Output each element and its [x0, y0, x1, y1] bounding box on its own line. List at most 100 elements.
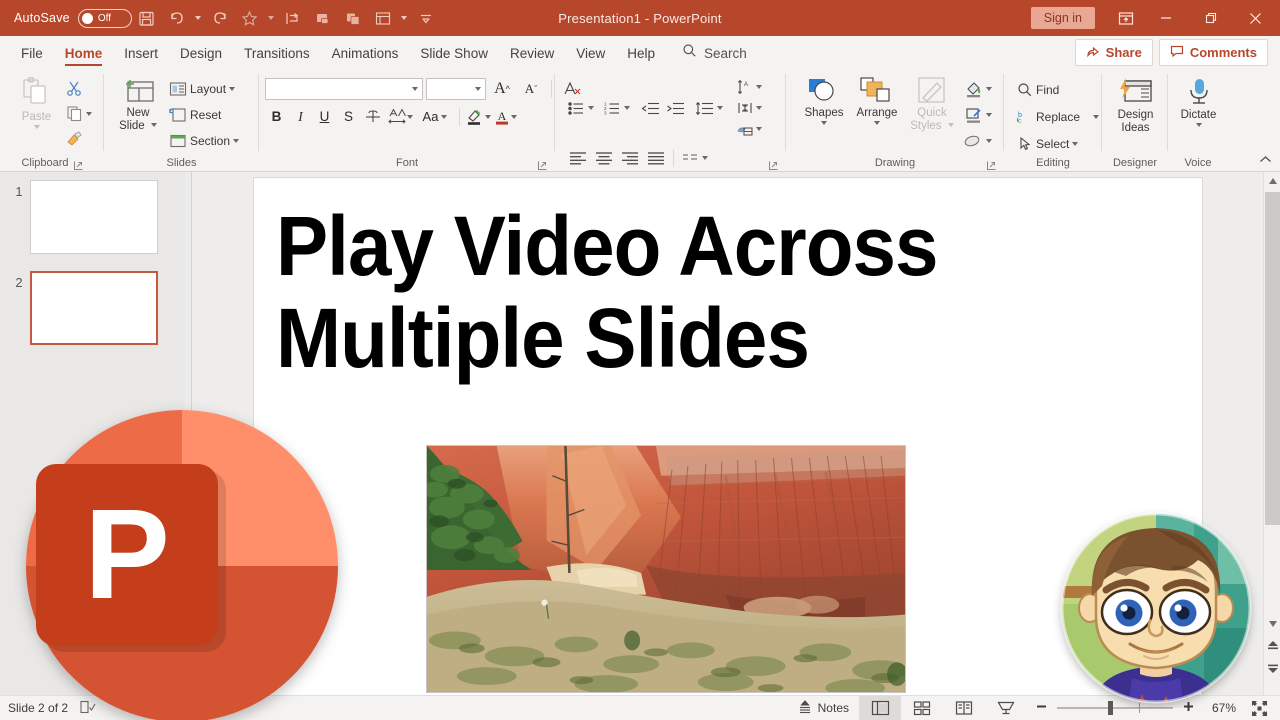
dictate-button[interactable]: Dictate: [1174, 74, 1223, 127]
dialog-launcher-icon[interactable]: [987, 159, 996, 170]
slide-show-button[interactable]: [985, 696, 1027, 720]
paste-dropdown-caret[interactable]: [33, 124, 40, 129]
copy-dropdown-caret[interactable]: [85, 111, 92, 116]
numbering-button[interactable]: 1 2 3: [601, 97, 623, 120]
align-center-button[interactable]: [591, 146, 616, 169]
tab-transitions[interactable]: Transitions: [233, 38, 321, 68]
ribbon-display-options-icon[interactable]: [1109, 0, 1143, 36]
shape-effects-caret[interactable]: [986, 138, 992, 143]
comments-button[interactable]: Comments: [1158, 38, 1268, 66]
quick-styles-caret[interactable]: [947, 123, 954, 128]
design-ideas-button[interactable]: Design Ideas: [1108, 74, 1163, 134]
numbering-caret[interactable]: [624, 106, 630, 110]
tab-animations[interactable]: Animations: [321, 38, 410, 68]
collapse-ribbon-button[interactable]: [1254, 149, 1276, 169]
arrange-caret[interactable]: [874, 120, 880, 125]
tab-review[interactable]: Review: [499, 38, 565, 68]
autosave-toggle[interactable]: Off: [77, 8, 132, 28]
duplicate-icon[interactable]: [338, 3, 368, 33]
format-painter-button[interactable]: [63, 127, 95, 150]
shape-icon[interactable]: [308, 3, 338, 33]
section-dropdown-caret[interactable]: [233, 138, 240, 143]
new-slide-button[interactable]: New Slide: [110, 74, 166, 132]
font-name-caret[interactable]: [412, 86, 418, 91]
redo-icon[interactable]: [205, 3, 235, 33]
new-slide-dropdown-caret[interactable]: [150, 123, 157, 128]
new-slide-icon[interactable]: [368, 3, 398, 33]
sign-in-button[interactable]: Sign in: [1030, 7, 1095, 29]
character-spacing-caret[interactable]: [407, 114, 413, 119]
strikethrough-button[interactable]: [361, 105, 384, 128]
columns-caret[interactable]: [702, 155, 708, 160]
find-button[interactable]: Find: [1014, 78, 1102, 101]
thumbnail-preview[interactable]: [30, 180, 158, 254]
customize-qat-icon[interactable]: [411, 3, 441, 33]
new-slide-dropdown[interactable]: [398, 3, 411, 33]
align-left-button[interactable]: [565, 146, 590, 169]
close-button[interactable]: [1233, 0, 1278, 36]
align-right-button[interactable]: [617, 146, 642, 169]
dialog-launcher-icon[interactable]: [769, 159, 778, 170]
save-icon[interactable]: [132, 3, 162, 33]
dictate-caret[interactable]: [1195, 122, 1202, 127]
bullets-button[interactable]: [565, 97, 587, 120]
replace-caret[interactable]: [1093, 114, 1100, 119]
minimize-button[interactable]: [1143, 0, 1188, 36]
replace-button[interactable]: b c Replace: [1014, 105, 1102, 128]
copy-button[interactable]: [63, 102, 95, 125]
increase-indent-button[interactable]: [663, 97, 687, 120]
thumbnail-item-2[interactable]: 2: [0, 254, 191, 345]
tab-insert[interactable]: Insert: [113, 38, 169, 68]
paste-button[interactable]: Paste: [11, 74, 63, 129]
shape-outline-caret[interactable]: [986, 112, 992, 117]
align-text-caret[interactable]: [756, 106, 762, 110]
font-name-input[interactable]: [265, 77, 423, 100]
spelling-icon[interactable]: [278, 3, 308, 33]
shapes-caret[interactable]: [821, 120, 827, 125]
dialog-launcher-icon[interactable]: [73, 159, 83, 170]
smartart-caret[interactable]: [756, 127, 762, 131]
tab-design[interactable]: Design: [169, 38, 233, 68]
layout-button[interactable]: Layout: [166, 77, 242, 100]
line-spacing-caret[interactable]: [717, 106, 723, 110]
character-spacing-button[interactable]: [385, 105, 415, 128]
italic-button[interactable]: I: [289, 105, 312, 128]
line-spacing-button[interactable]: [692, 97, 716, 120]
notes-button[interactable]: Notes: [788, 696, 859, 720]
select-button[interactable]: Select: [1014, 132, 1102, 155]
select-caret[interactable]: [1072, 141, 1079, 146]
shape-fill-button[interactable]: [960, 77, 995, 100]
shape-outline-button[interactable]: [960, 103, 995, 126]
increase-font-size-button[interactable]: A ^: [489, 77, 515, 100]
font-size-caret[interactable]: [475, 86, 481, 91]
undo-dropdown[interactable]: [192, 3, 205, 33]
tab-help[interactable]: Help: [616, 38, 666, 68]
tab-file[interactable]: File: [10, 38, 54, 68]
undo-icon[interactable]: [162, 3, 192, 33]
font-color-caret[interactable]: [511, 114, 517, 119]
decrease-font-size-button[interactable]: Aˇ: [518, 77, 544, 100]
font-size-input[interactable]: [426, 77, 486, 100]
text-highlight-caret[interactable]: [485, 114, 491, 119]
text-shadow-button[interactable]: S: [337, 105, 360, 128]
bullets-caret[interactable]: [588, 106, 594, 110]
text-direction-button[interactable]: A: [734, 77, 756, 97]
decrease-indent-button[interactable]: [638, 97, 662, 120]
text-direction-caret[interactable]: [756, 85, 762, 89]
text-highlight-button[interactable]: [465, 105, 491, 128]
tab-view[interactable]: View: [565, 38, 616, 68]
convert-to-smartart-button[interactable]: [734, 119, 756, 139]
scrollbar-thumb[interactable]: [1265, 192, 1280, 525]
shape-effects-button[interactable]: [960, 129, 995, 152]
dialog-launcher-icon[interactable]: [538, 159, 547, 170]
search-box[interactable]: Search: [672, 38, 757, 68]
reset-button[interactable]: Reset: [166, 103, 242, 126]
arrange-button[interactable]: Arrange: [850, 74, 904, 125]
font-color-button[interactable]: A: [492, 105, 518, 128]
share-button[interactable]: Share: [1074, 38, 1153, 66]
thumbnail-item-1[interactable]: 1: [0, 172, 191, 254]
tab-slide-show[interactable]: Slide Show: [409, 38, 499, 68]
change-case-caret[interactable]: [441, 114, 448, 119]
reading-view-button[interactable]: [943, 696, 985, 720]
thumbnail-preview-selected[interactable]: [30, 271, 158, 345]
